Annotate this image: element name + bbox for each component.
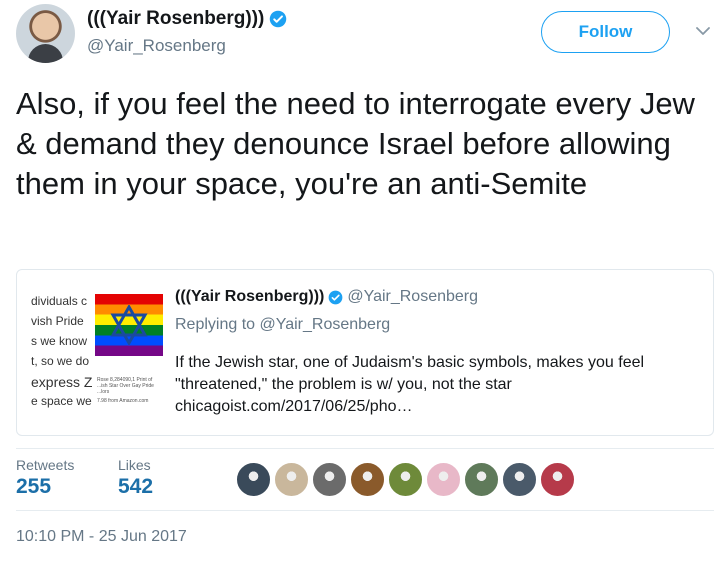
quoted-thumbnail[interactable]: dividuals c vish Pride s we know t, so w… bbox=[31, 286, 176, 421]
liker-avatar[interactable] bbox=[274, 462, 309, 497]
chevron-down-icon[interactable] bbox=[696, 26, 710, 36]
liker-avatar[interactable] bbox=[426, 462, 461, 497]
likes-label: Likes bbox=[118, 457, 151, 473]
quoted-link[interactable]: chicagoist.com/2017/06/25/pho… bbox=[175, 398, 412, 415]
verified-badge-icon bbox=[270, 10, 287, 28]
replying-to-label: Replying to bbox=[175, 316, 256, 333]
pride-flag-star-image bbox=[95, 294, 163, 356]
likes-count: 542 bbox=[118, 475, 154, 498]
liker-avatars bbox=[236, 462, 578, 497]
thumbnail-text-line: e space we bbox=[31, 394, 92, 408]
stats-divider-top bbox=[16, 448, 714, 449]
verified-badge-icon bbox=[328, 290, 343, 304]
liker-avatar[interactable] bbox=[464, 462, 499, 497]
quoted-display-name[interactable]: (((Yair Rosenberg))) bbox=[175, 288, 324, 306]
tweet-text: Also, if you feel the need to interrogat… bbox=[16, 86, 695, 201]
author-name-row: (((Yair Rosenberg))) bbox=[87, 8, 287, 30]
likes-stat[interactable]: Likes 542 bbox=[118, 457, 153, 499]
retweets-count: 255 bbox=[16, 475, 52, 498]
thumbnail-text-line: s we know bbox=[31, 334, 88, 348]
quoted-tweet[interactable]: dividuals c vish Pride s we know t, so w… bbox=[16, 269, 714, 436]
liker-avatar[interactable] bbox=[236, 462, 271, 497]
thumbnail-price: 7.98 from Amazon.com bbox=[97, 398, 149, 404]
replying-to-handle[interactable]: @Yair_Rosenberg bbox=[260, 316, 391, 333]
thumbnail-text-line: dividuals c bbox=[31, 294, 88, 308]
author-avatar[interactable] bbox=[16, 4, 75, 63]
tweet-header: (((Yair Rosenberg))) @Yair_Rosenberg Fol… bbox=[16, 4, 716, 64]
liker-avatar[interactable] bbox=[350, 462, 385, 497]
thumbnail-text-line: t, so we do bbox=[31, 354, 90, 368]
liker-avatar[interactable] bbox=[312, 462, 347, 497]
follow-button[interactable]: Follow bbox=[541, 11, 670, 53]
author-display-name[interactable]: (((Yair Rosenberg))) bbox=[87, 8, 264, 30]
author-handle[interactable]: @Yair_Rosenberg bbox=[87, 36, 226, 56]
quoted-text-body: If the Jewish star, one of Judaism's bas… bbox=[175, 354, 645, 393]
thumbnail-caption: Rose 8,284090,1 Print of ...ish Star Ove… bbox=[97, 377, 154, 395]
retweets-label: Retweets bbox=[16, 457, 75, 473]
tweet-timestamp[interactable]: 10:10 PM - 25 Jun 2017 bbox=[16, 528, 187, 546]
star-of-david-icon bbox=[110, 305, 148, 345]
liker-avatar[interactable] bbox=[540, 462, 575, 497]
quoted-handle[interactable]: @Yair_Rosenberg bbox=[347, 288, 478, 306]
liker-avatar[interactable] bbox=[502, 462, 537, 497]
quoted-author-row: (((Yair Rosenberg))) @Yair_Rosenberg bbox=[175, 288, 478, 306]
liker-avatar[interactable] bbox=[388, 462, 423, 497]
retweets-stat[interactable]: Retweets 255 bbox=[16, 457, 74, 499]
stats-divider-bottom bbox=[16, 510, 714, 511]
replying-to-line: Replying to @Yair_Rosenberg bbox=[175, 316, 390, 334]
thumbnail-text-line: vish Pride bbox=[31, 314, 84, 328]
quoted-tweet-text: If the Jewish star, one of Judaism's bas… bbox=[175, 352, 705, 418]
thumbnail-text-line: express Z bbox=[31, 374, 93, 390]
